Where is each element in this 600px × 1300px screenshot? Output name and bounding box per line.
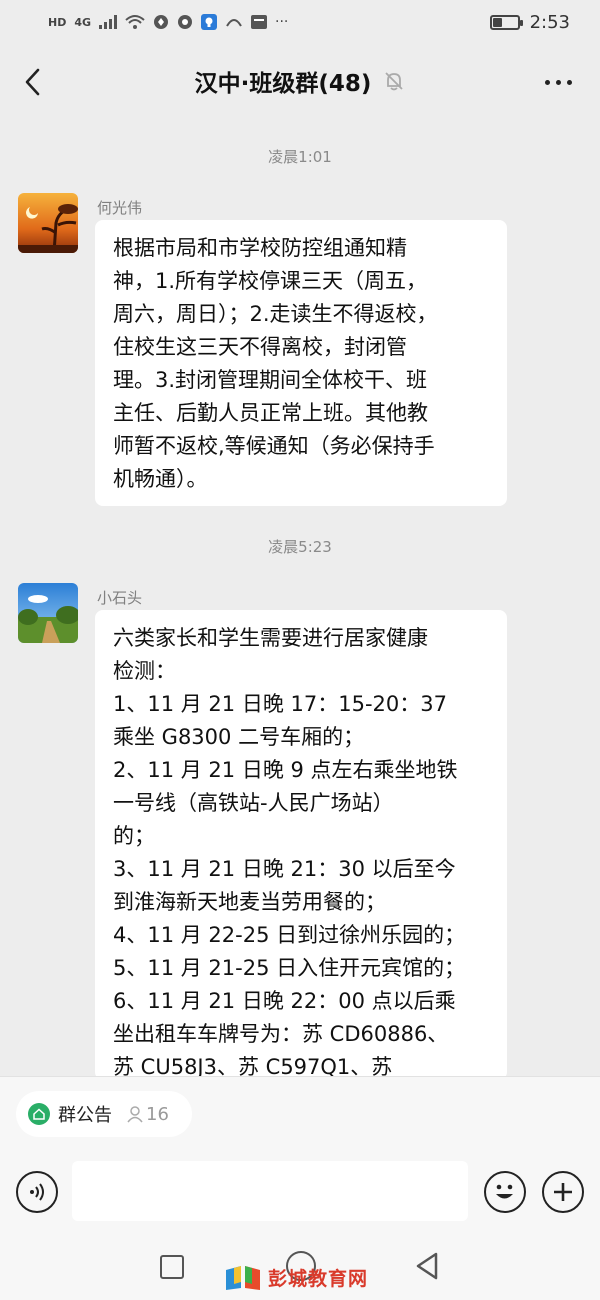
- sunset-avatar-image: [18, 193, 78, 253]
- hd-indicator: HD: [48, 15, 67, 29]
- title-wrap: 汉中·班级群(48): [195, 64, 406, 98]
- voice-input-button[interactable]: [16, 1171, 58, 1213]
- message-line: 4、11 月 22-25 日到过徐州乐园的；: [113, 923, 466, 947]
- message-line: 2、11 月 21 日晚 9 点左右乘坐地铁: [113, 758, 458, 782]
- message-line: 六类家长和学生需要进行居家健康: [113, 626, 428, 650]
- app-notification-icon: [154, 15, 169, 29]
- smiley-icon: [496, 1184, 513, 1199]
- notice-icon: [28, 1103, 50, 1125]
- message-line: 3、11 月 21 日晚 21：30 以后至今: [113, 857, 456, 881]
- more-dot: [555, 79, 561, 85]
- message-line: 根据市局和市学校防控组通知精: [113, 236, 407, 260]
- message-timestamp: 凌晨1:01: [268, 148, 332, 166]
- chat-header: 汉中·班级群(48): [0, 48, 600, 114]
- lightbulb-icon: [201, 14, 218, 30]
- bell-muted-icon: [385, 72, 404, 91]
- message-line: 机畅通）。: [113, 467, 208, 491]
- back-button[interactable]: [14, 64, 50, 100]
- group-notice-button[interactable]: 群公告 16: [16, 1091, 192, 1137]
- emoji-button[interactable]: [484, 1171, 526, 1213]
- status-time: 2:53: [529, 11, 570, 33]
- plus-icon: [554, 1183, 572, 1201]
- more-dot: [544, 79, 550, 85]
- message-bubble[interactable]: 六类家长和学生需要进行居家健康 检测： 1、11 月 21 日晚 17：15-2…: [95, 610, 507, 1080]
- message-input[interactable]: [72, 1161, 468, 1221]
- message-line: 6、11 月 21 日晚 22：00 点以后乘: [113, 989, 456, 1013]
- sender-name: 何光伟: [97, 199, 143, 217]
- mail-icon: [251, 15, 268, 29]
- notice-label: 群公告: [58, 1105, 112, 1126]
- message-line: 乘坐 G8300 二号车厢的；: [113, 725, 365, 749]
- more-functions-button[interactable]: [542, 1171, 584, 1213]
- watermark-text: 彭城教育网: [268, 1267, 369, 1290]
- message-line: 到淮海新天地麦当劳用餐的；: [113, 890, 386, 914]
- message-line: 神，1.所有学校停课三天（周五，: [113, 269, 428, 293]
- page-title: 汉中·班级群(48): [194, 71, 372, 97]
- message-line: 5、11 月 21-25 日入住开元宾馆的；: [113, 956, 466, 980]
- avatar[interactable]: [18, 583, 78, 643]
- message-line: 一号线（高铁站-人民广场站）: [113, 791, 394, 815]
- message-line: 理。3.封闭管理期间全体校干、班: [113, 368, 428, 392]
- message-line: 坐出租车车牌号为：苏 CD60886、: [113, 1022, 449, 1046]
- message-line: 住校生这三天不得离校，封闭管: [113, 335, 407, 359]
- wifi-icon: [125, 15, 145, 29]
- avatar[interactable]: [18, 193, 78, 253]
- message-timestamp: 凌晨5:23: [268, 538, 332, 556]
- message-line: 的；: [113, 824, 155, 848]
- sender-name: 小石头: [97, 589, 143, 607]
- country-road-avatar-image: [18, 583, 78, 643]
- more-notifications-icon: ···: [275, 14, 289, 30]
- battery-level: [492, 17, 502, 27]
- home-icon: [33, 1108, 45, 1120]
- watermark: 彭城教育网: [224, 1262, 368, 1292]
- message-line: 检测：: [113, 659, 176, 683]
- message-line: 师暂不返校,等候通知（务必保持手: [113, 434, 435, 458]
- voice-icon: [30, 1183, 44, 1201]
- input-row: [0, 1161, 600, 1225]
- message-line: 主任、后勤人员正常上班。其他教: [113, 401, 428, 425]
- person-icon: [127, 1106, 143, 1123]
- app-notification-icon-2: [178, 15, 193, 29]
- signal-icon: [99, 15, 118, 29]
- member-count: 16: [126, 1104, 169, 1125]
- recent-apps-button[interactable]: [160, 1255, 184, 1279]
- triangle-back-icon: [416, 1252, 438, 1280]
- nav-back-button[interactable]: [414, 1251, 440, 1285]
- more-button[interactable]: [538, 64, 578, 100]
- status-right: 2:53: [489, 11, 570, 33]
- status-bar: HD 4G ··· 2:53: [0, 0, 600, 44]
- member-count-value: 16: [146, 1103, 169, 1125]
- more-dot: [566, 79, 572, 85]
- chevron-left-icon: [25, 68, 40, 96]
- app-notification-icon-3: [226, 19, 242, 27]
- message-line: 1、11 月 21 日晚 17：15-20：37: [113, 692, 447, 716]
- network-4g-indicator: 4G: [74, 15, 92, 29]
- message-bubble[interactable]: 根据市局和市学校防控组通知精 神，1.所有学校停课三天（周五， 周六，周日）；2…: [95, 220, 507, 506]
- status-indicators: HD 4G ···: [48, 14, 288, 30]
- message-line: 周六，周日）；2.走读生不得返校，: [113, 302, 438, 326]
- battery-icon: [489, 14, 523, 30]
- book-logo-icon: [226, 1266, 260, 1290]
